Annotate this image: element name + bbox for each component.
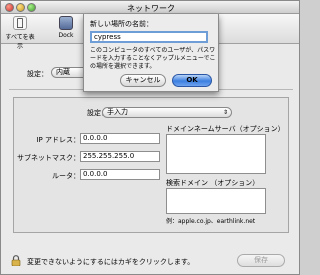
location-name-label: 新しい場所の名前： (90, 20, 153, 28)
search-domains-field[interactable] (166, 188, 266, 214)
example-text: 例：apple.co.jp、earthlink.net (166, 218, 256, 225)
apple-icon:  (13, 16, 27, 30)
save-button[interactable]: 保存 (237, 254, 285, 267)
popup-arrows-icon: ⇕ (222, 109, 228, 116)
dns-label: ドメインネームサーバ（オプション） (166, 125, 285, 133)
config-popup[interactable]: 手入力 ⇕ (102, 107, 232, 118)
window-title: ネットワーク (127, 4, 175, 13)
location-name-input[interactable]: cypress (90, 31, 208, 43)
ip-address-field[interactable]: 0.0.0.0 (80, 133, 160, 144)
lock-hint-text: 変更できないようにするにはカギをクリックします。 (27, 258, 195, 266)
ip-label: IP アドレス： (36, 136, 80, 144)
dock-label: Dock (58, 32, 74, 39)
show-all-label: すべてを表示 (5, 34, 35, 50)
network-icon (59, 16, 73, 30)
location-value: 内蔵 (56, 68, 70, 76)
title-bar: ネットワーク (1, 1, 299, 14)
new-location-sheet: 新しい場所の名前： cypress このコンピュータのすべてのユーザが、パスワー… (83, 14, 219, 92)
subnet-mask-field[interactable]: 255.255.255.0 (80, 151, 160, 162)
ok-button[interactable]: OK (172, 74, 212, 87)
show-all-button[interactable]:  すべてを表示 (5, 16, 35, 50)
dns-servers-field[interactable] (166, 134, 266, 174)
sheet-description: このコンピュータのすべてのユーザが、パスワードを入力することなくアップルメニュー… (90, 47, 216, 70)
subnet-label: サブネットマスク： (17, 154, 80, 162)
config-value: 手入力 (107, 108, 128, 116)
location-label: 設定： (27, 70, 48, 78)
search-domains-label: 検索ドメイン （オプション） (166, 179, 260, 187)
cancel-button[interactable]: キャンセル (120, 74, 166, 87)
lock-icon[interactable] (11, 255, 21, 266)
dock-button[interactable]: Dock (51, 16, 81, 39)
network-preferences-window: ネットワーク  すべてを表示 Dock 設定： 内蔵 設定： 手入力 ⇕ IP… (0, 0, 300, 275)
tcpip-panel: 設定： 手入力 ⇕ IP アドレス： 0.0.0.0 サブネットマスク： 255… (13, 97, 289, 233)
router-label: ルータ： (52, 172, 80, 180)
router-field[interactable]: 0.0.0.0 (80, 169, 160, 180)
